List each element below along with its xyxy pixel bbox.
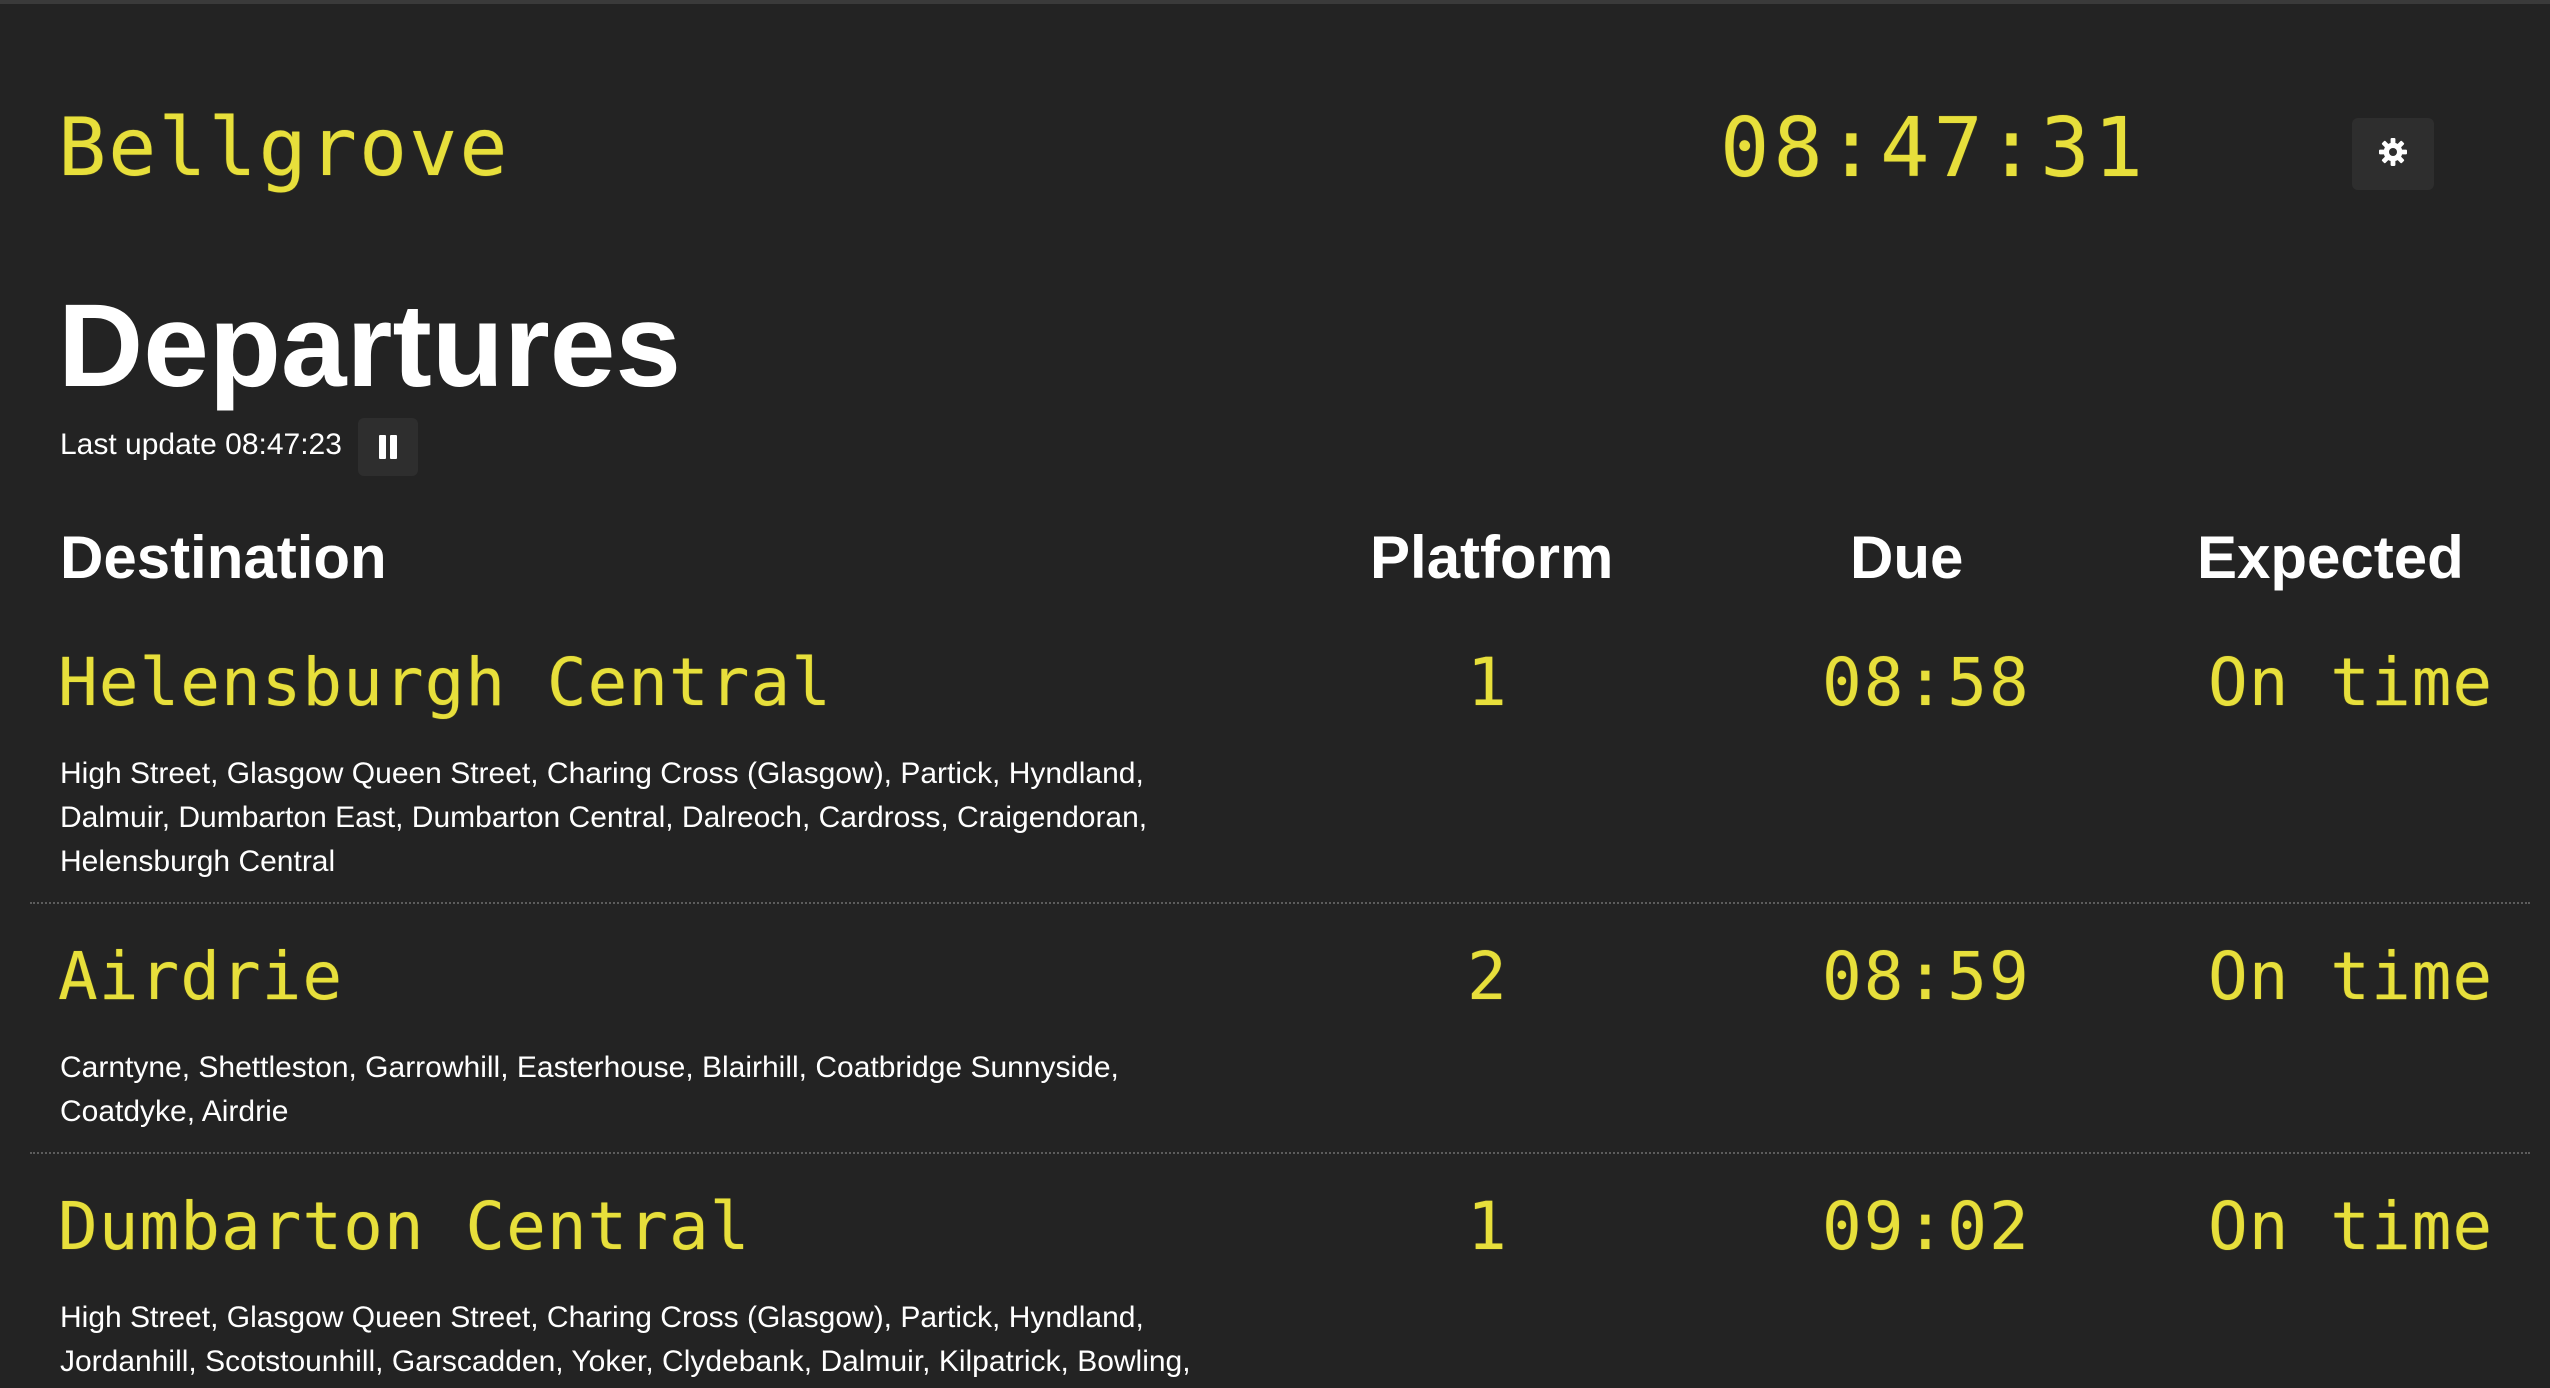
due-time: 08:58 bbox=[1822, 644, 2031, 721]
row-divider bbox=[30, 1152, 2530, 1154]
destination-name: Dumbarton Central bbox=[58, 1188, 751, 1265]
destination-name: Helensburgh Central bbox=[58, 644, 832, 721]
column-header-due: Due bbox=[1850, 524, 1964, 591]
column-header-destination: Destination bbox=[60, 524, 387, 591]
row-divider bbox=[30, 902, 2530, 904]
expected-status: On time bbox=[2208, 1188, 2494, 1265]
column-header-platform: Platform bbox=[1370, 524, 1614, 591]
station-name: Bellgrove bbox=[58, 101, 510, 194]
due-time: 09:02 bbox=[1822, 1188, 2031, 1265]
pause-button[interactable] bbox=[358, 418, 418, 476]
last-update-text: Last update 08:47:23 bbox=[60, 428, 342, 461]
calling-points: Carntyne, Shettleston, Garrowhill, Easte… bbox=[60, 1051, 1119, 1128]
live-clock: 08:47:31 bbox=[1720, 101, 2147, 196]
calling-points: High Street, Glasgow Queen Street, Chari… bbox=[60, 757, 1148, 878]
gear-icon bbox=[2377, 136, 2409, 173]
destination-name: Airdrie bbox=[58, 938, 344, 1015]
settings-button[interactable] bbox=[2352, 118, 2434, 190]
platform-number: 2 bbox=[1467, 938, 1507, 1015]
page-title: Departures bbox=[58, 280, 682, 412]
column-header-expected: Expected bbox=[2197, 524, 2464, 591]
platform-number: 1 bbox=[1467, 1188, 1507, 1265]
window-top-border bbox=[0, 0, 2550, 4]
due-time: 08:59 bbox=[1822, 938, 2031, 1015]
pause-icon bbox=[377, 435, 399, 459]
calling-points: High Street, Glasgow Queen Street, Chari… bbox=[60, 1301, 1191, 1378]
expected-status: On time bbox=[2208, 644, 2494, 721]
platform-number: 1 bbox=[1467, 644, 1507, 721]
last-update-status: Last update 08:47:23 bbox=[60, 430, 352, 460]
expected-status: On time bbox=[2208, 938, 2494, 1015]
